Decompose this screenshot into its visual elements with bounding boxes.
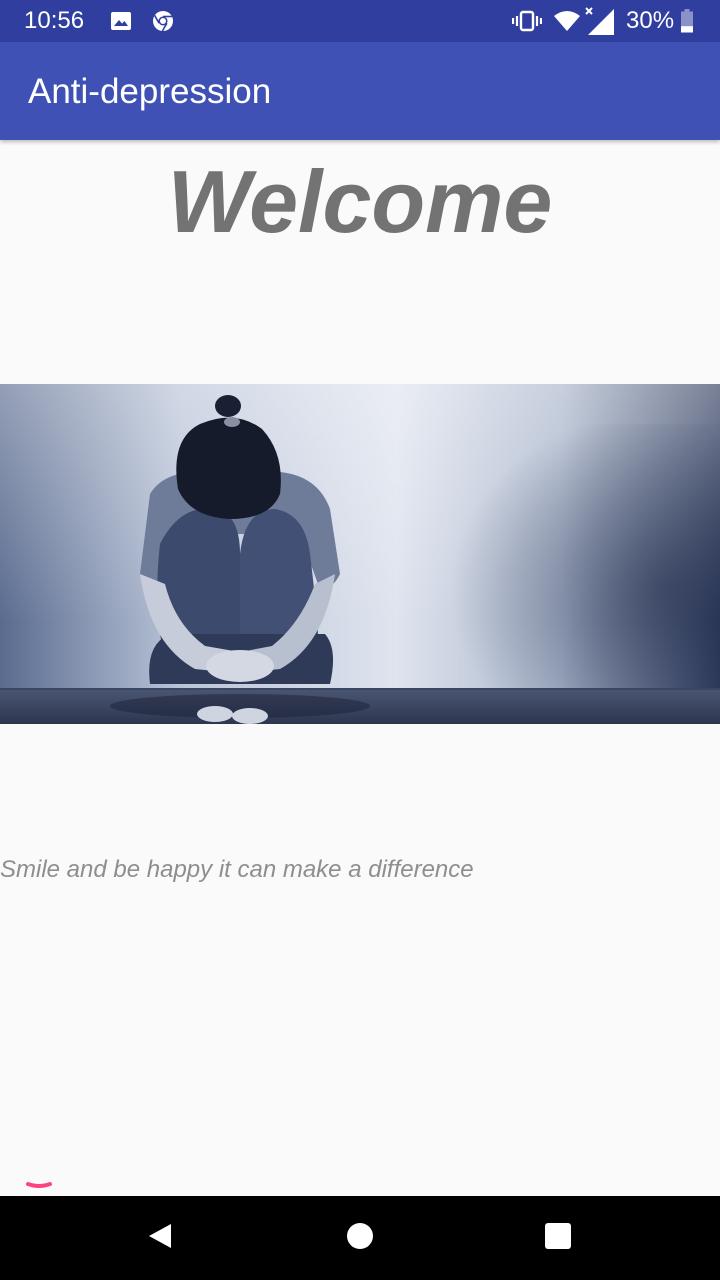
tagline-text: Smile and be happy it can make a differe… bbox=[0, 856, 474, 883]
recents-button[interactable] bbox=[518, 1196, 598, 1280]
chrome-icon bbox=[152, 0, 174, 42]
battery-percent: 30% bbox=[626, 7, 675, 34]
sad-woman-image bbox=[0, 384, 720, 724]
wifi-icon bbox=[553, 0, 581, 42]
status-time: 10:56 bbox=[24, 7, 85, 34]
vibrate-icon bbox=[512, 0, 542, 42]
status-bar: 10:56 30% bbox=[0, 0, 720, 42]
back-button[interactable] bbox=[120, 1196, 200, 1280]
app-bar: Anti-depression bbox=[0, 42, 720, 140]
app-title: Anti-depression bbox=[28, 72, 272, 111]
cell-signal-icon bbox=[584, 0, 616, 42]
home-icon bbox=[346, 1222, 374, 1255]
screen: 10:56 30% Anti-depression Welcome Smile … bbox=[0, 0, 720, 1280]
image-icon bbox=[110, 0, 132, 42]
back-icon bbox=[147, 1222, 173, 1255]
battery-icon bbox=[679, 0, 695, 42]
recents-icon bbox=[545, 1222, 571, 1254]
home-button[interactable] bbox=[320, 1196, 400, 1280]
navigation-bar bbox=[0, 1196, 720, 1280]
welcome-heading: Welcome bbox=[167, 152, 553, 251]
